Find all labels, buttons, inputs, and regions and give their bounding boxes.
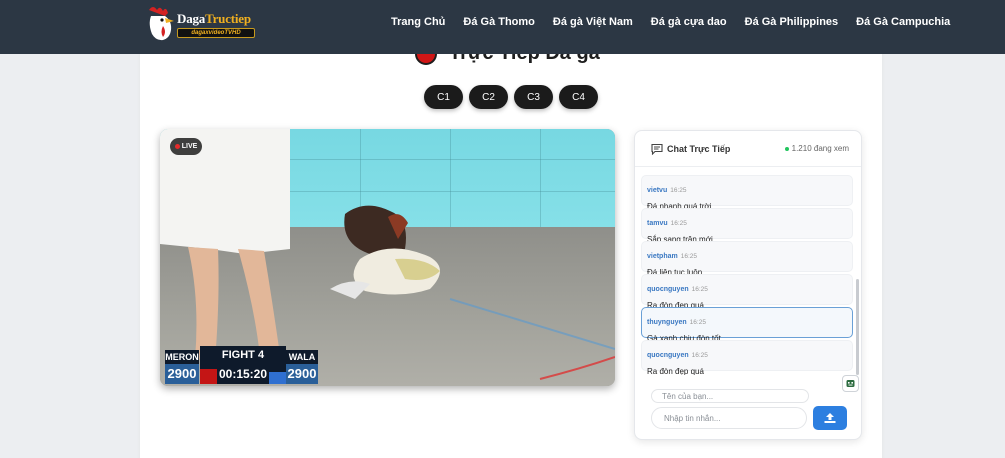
chat-message: tamvu 16:25 Sắp sang trận mới — [641, 208, 853, 244]
brand-tagline: dagaxvideoTVHD — [177, 28, 255, 38]
chat-header: Chat Trực Tiếp 1.210 đang xem — [635, 131, 861, 167]
camera-button-c4[interactable]: C4 — [559, 85, 598, 109]
message-user: vietpham — [647, 253, 678, 260]
nav-item-vietnam[interactable]: Đá gà Việt Nam — [553, 16, 633, 28]
camera-button-c2[interactable]: C2 — [469, 85, 508, 109]
fight-number: FIGHT 4 — [200, 346, 286, 364]
nav-item-cua-dao[interactable]: Đá gà cựa dao — [651, 16, 727, 28]
message-time: 16:25 — [670, 187, 687, 194]
chat-title: Chat Trực Tiếp — [667, 144, 731, 154]
name-input[interactable] — [651, 389, 809, 403]
robot-icon — [846, 380, 855, 387]
live-chat-panel: Chat Trực Tiếp 1.210 đang xem vietvu 16:2… — [634, 130, 862, 440]
wala-score: 2900 — [286, 364, 318, 384]
message-time: 16:25 — [691, 286, 708, 293]
camera-button-c3[interactable]: C3 — [514, 85, 553, 109]
message-user: thuynguyen — [647, 319, 687, 326]
meron-score: 2900 — [165, 364, 199, 384]
send-upload-icon — [824, 413, 836, 423]
chat-bubble-icon — [651, 143, 663, 155]
wala-color-marker — [269, 372, 286, 384]
scoreboard-overlay: MERON 2900 FIGHT 4 00:15:20 WALA 2900 — [165, 346, 318, 384]
wala-label: WALA — [286, 350, 318, 364]
chat-message-list[interactable]: vietvu 16:25 Đá nhanh quá trời tamvu 16:25… — [641, 169, 855, 375]
rooster-logo-icon — [149, 7, 174, 41]
nav-item-philippines[interactable]: Đá Gà Philippines — [745, 16, 839, 28]
message-user: tamvu — [647, 220, 668, 227]
camera-switcher: C1 C2 C3 C4 — [424, 85, 604, 109]
online-dot-icon — [784, 146, 789, 151]
message-input[interactable] — [651, 407, 807, 429]
message-user: vietvu — [647, 187, 668, 194]
message-text: Ra đòn đẹp quá — [647, 367, 704, 375]
chat-message: quocnguyen 16:25 Ra đòn đẹp quá — [641, 340, 853, 375]
message-time: 16:25 — [689, 319, 706, 326]
site-logo[interactable]: DagaTructiep dagaxvideoTVHD — [143, 4, 258, 44]
video-player[interactable]: LIVE MERON 2900 FIGHT 4 00:15:20 WALA 29… — [160, 129, 615, 386]
message-time: 16:25 — [691, 352, 708, 359]
nav-item-campuchia[interactable]: Đá Gà Campuchia — [856, 16, 950, 28]
nav-item-thomo[interactable]: Đá Gà Thomo — [463, 16, 535, 28]
camera-button-c1[interactable]: C1 — [424, 85, 463, 109]
brand-name: DagaTructiep — [177, 11, 251, 26]
message-time: 16:25 — [680, 253, 698, 260]
chatbot-button[interactable] — [842, 375, 859, 392]
viewer-count: 1.210 đang xem — [784, 144, 849, 153]
main-menu: Trang Chủ Đá Gà Thomo Đá gà Việt Nam Đá … — [391, 16, 968, 28]
meron-color-marker — [200, 369, 217, 384]
chat-message-highlighted: thuynguyen 16:25 Gà xanh chịu đòn tốt — [641, 307, 853, 343]
live-badge: LIVE — [170, 138, 202, 155]
meron-label: MERON — [165, 350, 199, 364]
message-time: 16:25 — [670, 220, 687, 227]
chat-message: vietpham 16:25 Đá liên tục luôn — [641, 241, 853, 277]
chat-scrollbar[interactable] — [856, 279, 859, 375]
chat-message: quocnguyen 16:25 Ra đòn đẹp quá — [641, 274, 853, 310]
handler-figure — [160, 129, 290, 361]
chat-message: vietvu 16:25 Đá nhanh quá trời — [641, 175, 853, 211]
message-user: quocnguyen — [647, 286, 689, 293]
send-button[interactable] — [813, 406, 847, 430]
live-dot-icon — [174, 144, 180, 149]
message-user: quocnguyen — [647, 352, 689, 359]
fighting-rooster — [330, 205, 440, 299]
nav-item-home[interactable]: Trang Chủ — [391, 16, 445, 28]
top-nav: DagaTructiep dagaxvideoTVHD Trang Chủ Đá… — [0, 0, 1005, 54]
